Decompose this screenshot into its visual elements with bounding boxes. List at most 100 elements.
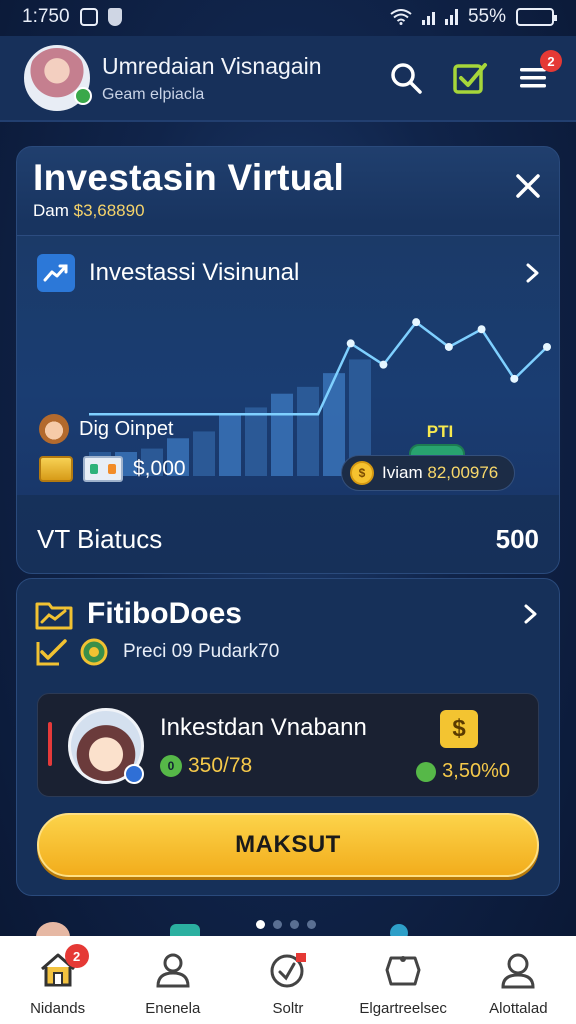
person-icon — [501, 953, 535, 989]
user-name: Umredaian Visnagain — [102, 52, 322, 79]
balance-value: $3,68890 — [73, 201, 145, 220]
menu-button[interactable]: 2 — [516, 50, 562, 96]
checklist-icon — [36, 639, 67, 666]
chart-point — [543, 342, 551, 351]
portfolio-subtext: Preci 09 Pudark70 — [123, 641, 280, 662]
wallet-icon — [385, 956, 421, 986]
close-icon[interactable] — [513, 171, 543, 201]
verified-badge — [74, 87, 92, 105]
clock: 1:750 — [22, 6, 70, 27]
metric-label-row: Dig Oinpet — [39, 414, 186, 444]
chart-bar — [271, 393, 293, 476]
chart-bar — [245, 407, 267, 476]
green-coin-icon: 0 — [160, 755, 182, 777]
nav-item-wallet[interactable]: Elgartreelsec — [348, 950, 458, 1017]
chart-point — [477, 325, 486, 334]
nav-label: Alottalad — [489, 1000, 548, 1017]
pager-dot-active[interactable] — [256, 920, 265, 929]
search-icon — [391, 63, 422, 94]
chart-bar — [219, 414, 241, 476]
portfolio-card: FitiboDoes Preci 09 Pudark70 Inkestdan V… — [16, 578, 560, 896]
brand-top-text: PTI — [426, 422, 454, 441]
chart-point — [444, 342, 453, 351]
bottom-nav: 2 Nidands Enenela Soltr Elgartreelsec Al… — [0, 936, 576, 1024]
profile-avatar[interactable] — [24, 45, 92, 111]
balance-label: Dam — [33, 201, 69, 220]
signal-icon — [421, 9, 435, 25]
card-title: Investasin Virtual — [33, 157, 345, 198]
investor-amount: 350/78 — [188, 754, 253, 777]
status-bar: 1:750 55% — [0, 0, 576, 34]
balance-chip[interactable]: $ Iviam 82,00976 — [341, 455, 516, 491]
trend-app-icon — [37, 254, 75, 292]
user-info: Umredaian Visnagain Geam elpiacla — [102, 53, 322, 104]
header-actions: 2 — [388, 50, 562, 96]
app-header: Umredaian Visnagain Geam elpiacla 2 — [0, 36, 576, 122]
battery-percent: 55% — [467, 6, 506, 27]
alert-indicator — [48, 722, 52, 766]
signal-icon-2 — [444, 9, 458, 25]
investor-card[interactable]: Inkestdan Vnabann 0 350/78 $ 3,50%0 — [37, 693, 539, 797]
chart-point — [379, 360, 388, 369]
tasks-button[interactable] — [452, 60, 488, 96]
balance-line: Dam $3,68890 — [33, 201, 543, 221]
chart-bar — [297, 386, 319, 476]
chip-label: Iviam — [382, 463, 423, 482]
dollar-icon: $ — [440, 710, 478, 748]
pager-dot[interactable] — [273, 920, 282, 929]
virtual-investment-card: Investasin Virtual Dam $3,68890 Investas… — [16, 146, 560, 574]
metric-label: Dig Oinpet — [79, 417, 174, 440]
chart-point — [412, 318, 421, 327]
chip-text: Iviam 82,00976 — [382, 463, 498, 483]
investor-face-icon — [39, 414, 69, 444]
nav-item-account[interactable]: Alottalad — [463, 950, 573, 1017]
portfolio-header[interactable]: FitiboDoes — [35, 597, 541, 631]
shield-icon — [107, 8, 122, 26]
primary-action-button[interactable]: MAKSUT — [37, 813, 539, 877]
chevron-right-icon — [524, 604, 537, 624]
wifi-icon — [390, 9, 412, 25]
card-header: Investasin Virtual Dam $3,68890 — [33, 157, 543, 221]
chart-bar — [193, 431, 215, 476]
nav-label: Nidands — [30, 1000, 86, 1017]
search-button[interactable] — [388, 60, 424, 96]
user-icon — [156, 953, 190, 988]
coin-icon: $ — [350, 461, 374, 485]
portfolio-subline: Preci 09 Pudark70 — [35, 637, 279, 667]
chip-value: 82,00976 — [427, 463, 499, 482]
chart-point — [510, 374, 519, 383]
status-row: VT Biatucs 500 — [37, 524, 539, 555]
folder-chart-icon — [35, 602, 73, 630]
pager-dot[interactable] — [307, 920, 316, 929]
wallet-card-icon — [83, 456, 123, 482]
chart-bar — [323, 373, 345, 476]
nav-item-home[interactable]: 2 Nidands — [3, 944, 113, 1017]
chevron-right-icon — [526, 263, 539, 283]
battery-icon — [516, 8, 557, 26]
carousel-pager[interactable] — [256, 920, 316, 929]
nav-item-stats[interactable]: Soltr — [233, 950, 343, 1017]
nav-label: Enenela — [145, 1000, 201, 1017]
user-subtitle: Geam elpiacla — [102, 85, 205, 103]
investor-return: 3,50%0 — [442, 760, 510, 782]
home-badge: 2 — [64, 944, 89, 968]
notification-icon — [79, 8, 98, 26]
gauge-icon — [270, 953, 306, 988]
investor-name: Inkestdan Vnabann — [160, 714, 367, 741]
medal-icon — [80, 638, 108, 666]
status-left: 1:750 — [22, 6, 122, 28]
investor-return-row: 3,50%0 — [416, 760, 510, 783]
investor-amount-row: 0 350/78 — [160, 754, 252, 778]
nav-item-profile[interactable]: Enenela — [118, 950, 228, 1017]
chart-point — [346, 339, 355, 348]
status-value: 500 — [495, 524, 539, 554]
portfolio-title: FitiboDoes — [87, 597, 242, 630]
gear-icon — [416, 761, 437, 782]
status-right: 55% — [390, 6, 557, 28]
panel-header[interactable]: Investassi Visinunal — [37, 254, 543, 292]
menu-notification-badge: 2 — [540, 50, 562, 72]
metric-block: Dig Oinpet $,000 — [39, 414, 186, 482]
pager-dot[interactable] — [290, 920, 299, 929]
verified-badge — [124, 764, 144, 784]
checkbox-icon — [453, 63, 487, 94]
